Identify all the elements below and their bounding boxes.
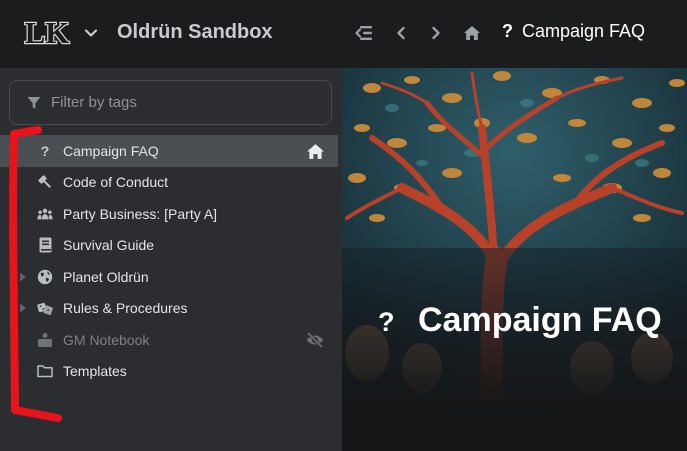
sidebar-item-label: Party Business: [Party A]: [63, 206, 218, 222]
app-title: Oldrün Sandbox: [117, 21, 273, 43]
folder-icon: [37, 363, 53, 379]
chevron-down-icon[interactable]: [84, 26, 98, 40]
forward-button[interactable]: [426, 23, 446, 43]
sidebar-item-rules-procedures[interactable]: Rules & Procedures: [0, 292, 338, 324]
sidebar-item-label: GM Notebook: [63, 332, 150, 348]
sidebar-item-templates[interactable]: Templates: [0, 355, 338, 387]
home-icon: [464, 26, 480, 40]
breadcrumb-question-icon: ?: [502, 21, 513, 41]
book-icon: [37, 237, 53, 253]
home-icon: [306, 143, 324, 159]
logo-text: LK: [25, 16, 70, 49]
sidebar-item-campaign-faq[interactable]: ? Campaign FAQ: [0, 135, 338, 167]
sidebar-item-planet-oldrun[interactable]: Planet Oldrün: [0, 261, 338, 293]
sidebar-item-label: Templates: [63, 363, 127, 379]
sidebar-item-gm-notebook[interactable]: GM Notebook: [0, 324, 338, 356]
people-icon: [37, 206, 53, 222]
app-logo[interactable]: LK: [18, 16, 76, 49]
filter-icon: [27, 97, 41, 109]
gavel-icon: [37, 174, 53, 190]
sidebar-item-label: Campaign FAQ: [63, 143, 159, 159]
back-button[interactable]: [391, 23, 411, 43]
collapse-sidebar-button[interactable]: [354, 23, 374, 43]
sidebar: ? Campaign FAQ Code of Conduct: [0, 68, 342, 451]
sidebar-item-label: Rules & Procedures: [63, 300, 188, 316]
forward-icon: [432, 26, 440, 40]
sidebar-item-party-business[interactable]: Party Business: [Party A]: [0, 198, 338, 230]
question-glyph: ?: [40, 143, 50, 159]
set-home-button[interactable]: [305, 142, 325, 160]
hero-banner-image: [342, 68, 687, 408]
page-question-icon: ?: [378, 307, 395, 337]
home-button[interactable]: [462, 23, 482, 43]
visibility-toggle[interactable]: [305, 331, 325, 349]
collapse-sidebar-icon: [355, 26, 372, 40]
page-title: Campaign FAQ: [418, 301, 662, 339]
hidden-eye-icon: [306, 332, 324, 348]
sidebar-item-label: Survival Guide: [63, 237, 155, 253]
sidebar-item-label: Planet Oldrün: [63, 269, 149, 285]
expand-arrow-icon[interactable]: [19, 272, 27, 282]
filter-input[interactable]: [51, 90, 321, 114]
back-icon: [397, 26, 405, 40]
globe-icon: [37, 269, 53, 285]
sidebar-item-code-of-conduct[interactable]: Code of Conduct: [0, 166, 338, 198]
dice-icon: [37, 300, 53, 316]
breadcrumb-title[interactable]: Campaign FAQ: [522, 21, 645, 42]
sidebar-item-survival-guide[interactable]: Survival Guide: [0, 229, 338, 261]
tag-filter: [9, 80, 332, 125]
main-content: ? Campaign FAQ: [342, 68, 687, 451]
top-bar: LK Oldrün Sandbox ? Campaign FAQ: [0, 0, 687, 68]
expand-arrow-icon[interactable]: [19, 303, 27, 313]
sidebar-item-label: Code of Conduct: [63, 174, 169, 190]
gm-icon: [37, 332, 53, 348]
question-icon: ?: [37, 143, 53, 159]
